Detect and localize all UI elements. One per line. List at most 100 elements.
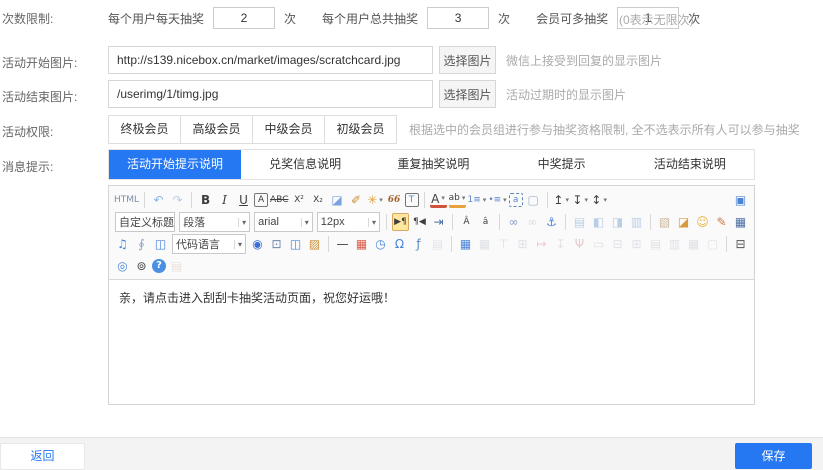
find-replace-icon[interactable]: ⊚ (133, 257, 150, 275)
code-language-select[interactable]: 代码语言▾ (172, 234, 246, 254)
bold-icon[interactable]: B (197, 191, 214, 209)
image-manager-icon[interactable]: ◪ (675, 213, 692, 231)
italic-icon[interactable]: I (216, 191, 233, 209)
auto-typeset-icon[interactable]: ✳▾ (367, 191, 384, 209)
code-language-select-value: 代码语言 (176, 236, 220, 252)
subscript-icon[interactable]: X₂ (310, 191, 327, 209)
music-icon[interactable]: ♫ (114, 235, 131, 253)
special-chars-icon[interactable]: Ω (391, 235, 408, 253)
permission-middle-member-button[interactable]: 中级会员 (252, 115, 325, 144)
save-button[interactable]: 保存 (735, 443, 812, 469)
paragraph-select[interactable]: 段落▾ (179, 212, 250, 232)
cell-border-5-icon: ▥ (666, 235, 683, 253)
chevron-down-icon: ▾ (584, 197, 588, 204)
video-icon[interactable]: ▦ (732, 213, 749, 231)
superscript-icon[interactable]: X² (291, 191, 308, 209)
date-icon[interactable]: ▦ (353, 235, 370, 253)
undo-icon[interactable]: ↶ (150, 191, 167, 209)
fontsize-select[interactable]: 12px▾ (317, 212, 380, 232)
toolbar-separator (451, 236, 452, 252)
start-image-select-button[interactable]: 选择图片 (439, 46, 496, 74)
dir-rtl-icon[interactable]: ¶◀ (411, 213, 428, 231)
snapshot-icon[interactable]: ⊡ (268, 235, 285, 253)
chevron-down-icon: ▾ (368, 218, 376, 227)
end-image-url-input[interactable] (108, 80, 433, 108)
to-lowercase-icon[interactable]: â (477, 213, 494, 231)
paragraph-space-top-icon[interactable]: ↥▾ (553, 191, 570, 209)
highlight-color-icon[interactable]: ab▾ (449, 193, 466, 208)
to-uppercase-icon[interactable]: Â (458, 213, 475, 231)
image-align-center-icon[interactable]: ▥ (628, 213, 645, 231)
fullscreen-icon[interactable]: ▣ (732, 191, 749, 209)
chevron-down-icon: ▾ (238, 218, 246, 227)
insert-code-icon[interactable]: ◉ (249, 235, 266, 253)
style-select[interactable]: 自定义标题▾ (115, 212, 175, 232)
format-painter-icon[interactable]: ✐ (348, 191, 365, 209)
help-icon[interactable]: ? (152, 259, 166, 273)
font-select[interactable]: arial ▾ (254, 212, 313, 232)
link-icon[interactable]: ∞ (505, 213, 522, 231)
tab-activity-start-tip[interactable]: 活动开始提示说明 (109, 150, 241, 179)
back-button[interactable]: 返回 (0, 443, 85, 470)
format-clear-icon[interactable]: ◪ (329, 191, 346, 209)
limit-row: 次数限制: 每个用户每天抽奖 次 每个用户总共抽奖 次 会员可多抽奖 次 (0表… (0, 6, 823, 30)
chevron-down-icon: ▾ (379, 197, 383, 204)
paragraph-space-bottom-icon[interactable]: ↧▾ (572, 191, 589, 209)
background-icon[interactable]: ▨ (306, 235, 323, 253)
toolbar-separator (565, 214, 566, 230)
permission-senior-member-button[interactable]: 高级会员 (180, 115, 253, 144)
tab-repeat-draw[interactable]: 重复抽奖说明 (369, 150, 497, 179)
image-align-right-icon[interactable]: ◨ (609, 213, 626, 231)
horizontal-rule-icon[interactable]: — (334, 235, 351, 253)
insert-image-icon[interactable]: ▧ (656, 213, 673, 231)
permission-junior-member-button[interactable]: 初级会员 (324, 115, 397, 144)
attachment-icon[interactable]: ∮ (133, 235, 150, 253)
end-image-row: 活动结束图片: 选择图片 活动过期时的显示图片 (0, 80, 823, 108)
start-image-url-input[interactable] (108, 46, 433, 74)
preview-icon[interactable]: ◎ (114, 257, 131, 275)
line-spacing-icon[interactable]: ↕▾ (591, 191, 608, 209)
editor-content[interactable]: 亲，请点击进入刮刮卡抽奖活动页面，祝您好运哦！ (109, 280, 754, 404)
end-image-select-button[interactable]: 选择图片 (439, 80, 496, 108)
tab-redeem-info[interactable]: 兑奖信息说明 (241, 150, 369, 179)
indent-icon[interactable]: ⇥ (430, 213, 447, 231)
daily-draw-unit: 次 (284, 10, 296, 27)
font-select-value: arial (258, 216, 279, 228)
ordered-list-icon[interactable]: 1≡▾ (468, 191, 487, 209)
font-color-icon[interactable]: A▾ (430, 193, 447, 208)
permission-ultimate-member-button[interactable]: 终极会员 (108, 115, 181, 144)
chevron-down-icon: ▾ (603, 197, 607, 204)
tab-win-tip[interactable]: 中奖提示 (498, 150, 626, 179)
map-icon[interactable]: ◫ (152, 235, 169, 253)
anchor-icon[interactable]: ⚓ (543, 213, 560, 231)
time-icon[interactable]: ◷ (372, 235, 389, 253)
underline-icon[interactable]: U (235, 191, 252, 209)
daily-draw-count-input[interactable] (213, 7, 275, 29)
print-icon[interactable]: ⊟ (732, 235, 749, 253)
delete-table-icon: ▦ (476, 235, 493, 253)
source-icon[interactable]: HTML (114, 191, 139, 209)
blockquote-icon[interactable]: 66 (386, 191, 403, 209)
image-align-left-icon[interactable]: ◧ (590, 213, 607, 231)
image-align-none-icon[interactable]: ▤ (571, 213, 588, 231)
bordered-text-icon[interactable]: A (254, 193, 268, 207)
emotion-icon[interactable]: ☺ (694, 213, 711, 231)
tab-activity-end[interactable]: 活动结束说明 (626, 150, 754, 179)
start-image-row: 活动开始图片: 选择图片 微信上接受到回复的显示图片 (0, 46, 823, 74)
anchor-style-icon[interactable]: a (509, 193, 523, 207)
table-title-icon: ⊤ (495, 235, 512, 253)
strikethrough-icon[interactable]: ABC (270, 191, 288, 209)
permission-label: 活动权限: (2, 123, 102, 140)
insert-table-icon[interactable]: ▦ (457, 235, 474, 253)
paste-word-icon[interactable]: T (405, 193, 419, 207)
formula-icon[interactable]: ƒ (410, 235, 427, 253)
dir-ltr-icon[interactable]: ▶¶ (392, 213, 409, 231)
blank-doc-icon[interactable]: ▢ (525, 191, 542, 209)
unordered-list-icon[interactable]: •≡▾ (488, 191, 506, 209)
scrawl-icon[interactable]: ✎ (713, 213, 730, 231)
toolbar-row-2: 自定义标题▾段落▾arial▾12px▾▶¶¶◀⇥Ââ∞∞⚓▤◧◨▥▧◪☺✎▦ (113, 211, 750, 233)
chevron-down-icon: ▾ (301, 218, 309, 227)
redo-icon[interactable]: ↷ (169, 191, 186, 209)
template-icon[interactable]: ◫ (287, 235, 304, 253)
total-draw-count-input[interactable] (427, 7, 489, 29)
